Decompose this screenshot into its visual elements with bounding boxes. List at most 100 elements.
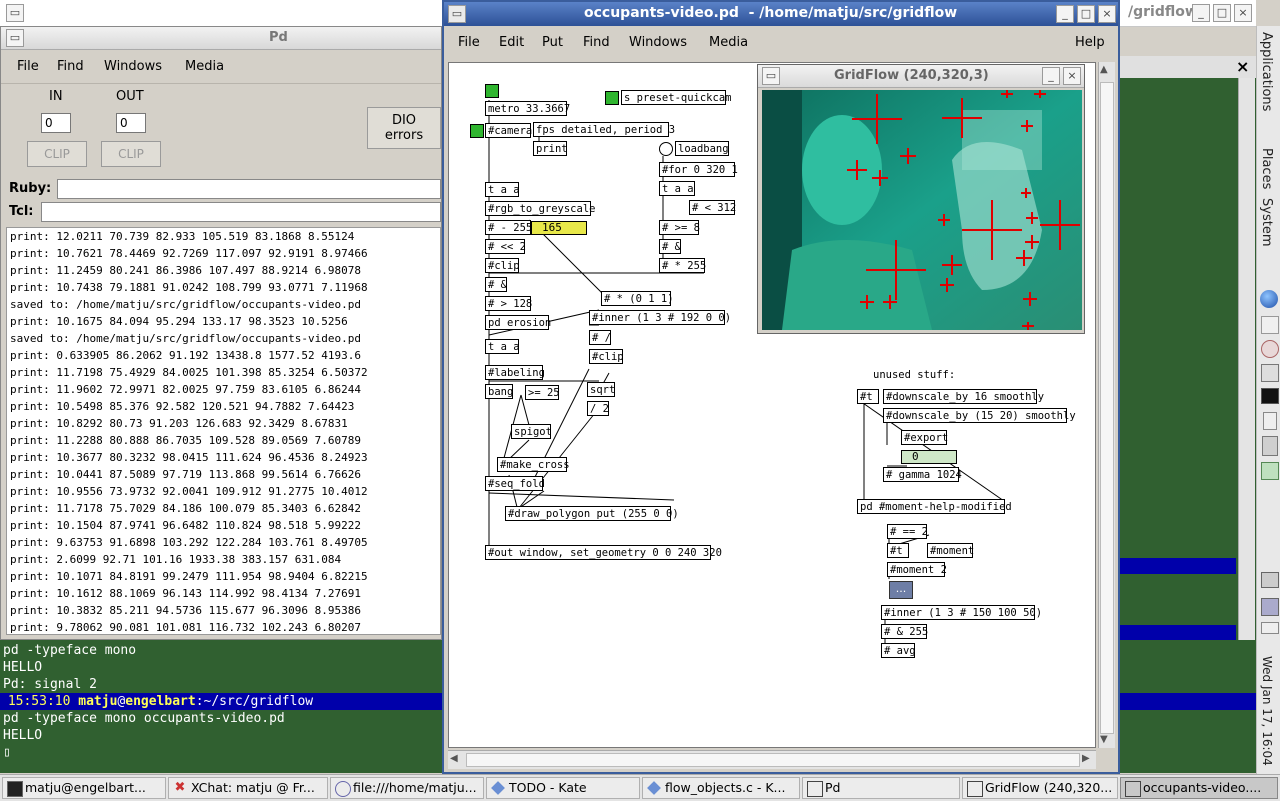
terminal-icon[interactable]	[1261, 388, 1279, 404]
menu-windows[interactable]: Windows	[104, 59, 162, 74]
dio-errors-button[interactable]: DIO errors	[367, 107, 441, 149]
print-object[interactable]: print	[533, 141, 568, 156]
scroll-up-arrow[interactable]: ▲	[1100, 64, 1108, 75]
mail-icon[interactable]	[1261, 316, 1279, 334]
maximize-icon[interactable]: □	[1213, 4, 1231, 22]
minimize-icon[interactable]: _	[1192, 4, 1210, 22]
menu-find[interactable]: Find	[57, 59, 84, 74]
inner-product-object[interactable]: #inner (1 3 # 192 0 0)	[589, 310, 731, 325]
in-clip-button[interactable]: CLIP	[27, 141, 87, 167]
gamma-object[interactable]: # gamma 1024	[883, 467, 962, 482]
pd-erosion-subpatch[interactable]: pd erosion	[485, 315, 551, 330]
loadbang-object[interactable]: loadbang	[675, 141, 729, 156]
show-desktop-icon[interactable]	[1261, 598, 1279, 616]
task-kate-todo[interactable]: TODO - Kate	[486, 777, 640, 799]
menu-media[interactable]: Media	[185, 59, 224, 74]
divide-object[interactable]: # /	[589, 330, 611, 345]
ruby-input[interactable]	[57, 179, 441, 199]
system-menu[interactable]: System	[1259, 198, 1274, 246]
close-icon[interactable]: ×	[1098, 5, 1116, 23]
task-terminal[interactable]: matju@engelbart...	[2, 777, 166, 799]
moment-help-subpatch[interactable]: pd #moment-help-modified	[857, 499, 1012, 514]
for-object[interactable]: #for 0 320 1	[659, 162, 738, 177]
less-than-object[interactable]: # < 312	[689, 200, 736, 215]
camera-object[interactable]: #camera	[485, 123, 532, 138]
minus-object[interactable]: # - 255	[485, 220, 532, 235]
downscale-object[interactable]: #downscale_by (15 20) smoothly	[883, 408, 1076, 423]
equals-object[interactable]: # == 2	[887, 524, 928, 539]
menu-windows[interactable]: Windows	[629, 35, 687, 50]
tcl-input[interactable]	[41, 202, 441, 222]
metro-toggle[interactable]	[485, 84, 499, 98]
window-menu-icon[interactable]: ▭	[6, 29, 24, 47]
out-window-object[interactable]: #out window, set_geometry 0 0 240 320	[485, 545, 722, 560]
greater-equal-object[interactable]: # >= 8	[659, 220, 700, 235]
editor-icon[interactable]	[1263, 412, 1277, 430]
applications-menu[interactable]: Applications	[1259, 32, 1274, 111]
draw-polygon-object[interactable]: #draw_polygon put (255 0 0)	[505, 506, 679, 521]
out-clip-button[interactable]: CLIP	[101, 141, 161, 167]
menu-put[interactable]: Put	[542, 35, 563, 50]
export-object[interactable]: #export	[901, 430, 948, 445]
clip-object[interactable]: #clip	[589, 349, 624, 364]
greater-than-object[interactable]: # > 128	[485, 296, 532, 311]
media-icon[interactable]	[1261, 340, 1279, 358]
browser-icon[interactable]	[1260, 290, 1278, 308]
workspace-switcher-icon[interactable]	[1261, 572, 1279, 588]
minimize-icon[interactable]: _	[1056, 5, 1074, 23]
horizontal-scrollbar[interactable]: ◀ ▶	[448, 750, 1096, 769]
number-box-0[interactable]: 0	[901, 450, 957, 464]
spigot-object[interactable]: spigot	[511, 424, 552, 439]
ellipsis-object[interactable]: ...	[889, 581, 913, 599]
background-scrollbar[interactable]	[1238, 78, 1255, 640]
window-menu-icon[interactable]: ▭	[6, 4, 24, 22]
task-occupants-video[interactable]: occupants-video....	[1120, 777, 1278, 799]
vertical-scrollbar[interactable]: ▲ ▼	[1098, 62, 1115, 748]
camera-toggle[interactable]	[470, 124, 484, 138]
task-gridflow[interactable]: GridFlow (240,320...	[962, 777, 1118, 799]
pd-console-output[interactable]: print: 12.0211 70.739 82.933 105.519 83.…	[6, 227, 441, 635]
bang-message[interactable]: bang	[485, 384, 513, 399]
window-menu-icon[interactable]: ▭	[448, 5, 466, 23]
places-menu[interactable]: Places	[1259, 148, 1274, 189]
clock[interactable]: Wed Jan 17, 16:04	[1260, 656, 1274, 766]
hscrollbar-thumb[interactable]	[466, 753, 1080, 767]
menu-file[interactable]: File	[17, 59, 39, 74]
close-tab-icon[interactable]: ×	[1236, 57, 1249, 76]
scrollbar-thumb[interactable]	[1100, 82, 1114, 734]
trigger-object[interactable]: t a a	[485, 339, 520, 354]
average-object[interactable]: # avg	[881, 643, 916, 658]
clip-object[interactable]: #clip	[485, 258, 520, 273]
in-level-field[interactable]: 0	[41, 113, 71, 133]
scroll-right-arrow[interactable]: ▶	[1082, 753, 1090, 764]
applet-icon[interactable]	[1261, 462, 1279, 480]
labeling-object[interactable]: #labeling	[485, 365, 545, 380]
multiply-object[interactable]: # * 255	[659, 258, 706, 273]
bitand-object[interactable]: # & 255	[881, 624, 928, 639]
make-cross-object[interactable]: #make_cross	[497, 457, 570, 472]
window-menu-icon[interactable]: ▭	[762, 67, 780, 85]
fps-message[interactable]: fps detailed, period 3	[533, 122, 675, 137]
rgb-to-greyscale-object[interactable]: #rgb_to_greyscale	[485, 201, 595, 216]
close-icon[interactable]: ×	[1063, 67, 1081, 85]
divide-object[interactable]: / 2	[587, 401, 609, 416]
task-pd[interactable]: Pd	[802, 777, 960, 799]
device-icon[interactable]	[1262, 436, 1278, 456]
metro-object[interactable]: metro 33.3667	[485, 101, 570, 116]
task-xchat[interactable]: ✖ XChat: matju @ Fr...	[168, 777, 328, 799]
maximize-icon[interactable]: □	[1077, 5, 1095, 23]
task-kate-flow-objects[interactable]: flow_objects.c - K...	[642, 777, 800, 799]
trigger-object[interactable]: t a a	[485, 182, 520, 197]
bitand-object[interactable]: # &	[659, 239, 681, 254]
scroll-down-arrow[interactable]: ▼	[1100, 734, 1108, 745]
greater-equal-object[interactable]: >= 25	[525, 385, 560, 400]
out-level-field[interactable]: 0	[116, 113, 146, 133]
sqrt-object[interactable]: sqrt	[587, 382, 615, 397]
moment-object[interactable]: #moment 2	[887, 562, 947, 577]
bitand-object[interactable]: # &	[485, 277, 507, 292]
preset-object[interactable]: s preset-quickcam	[621, 90, 731, 105]
minimize-icon[interactable]: _	[1042, 67, 1060, 85]
task-file-browser[interactable]: file:///home/matju...	[330, 777, 484, 799]
grid-trigger-object[interactable]: #t	[857, 389, 879, 404]
trigger-object[interactable]: t a a	[659, 181, 695, 196]
